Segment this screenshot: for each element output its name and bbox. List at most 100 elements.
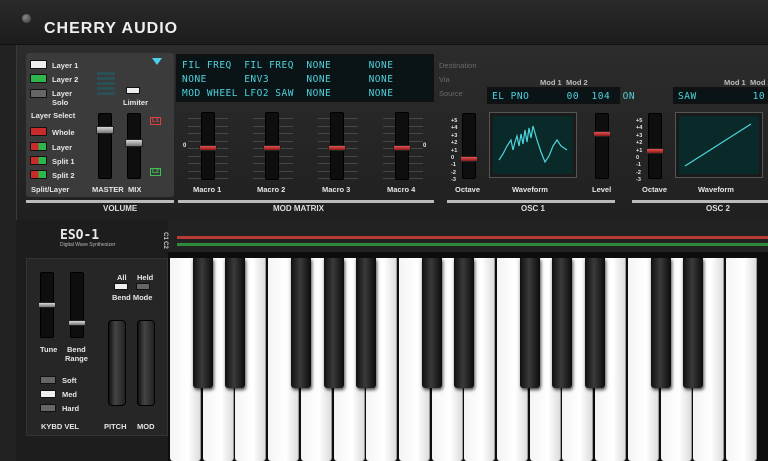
osc1-octave-label: Octave — [455, 185, 481, 194]
layer-solo-label-2: Solo — [52, 98, 69, 107]
bend-held-button[interactable] — [136, 283, 150, 290]
black-key[interactable] — [192, 258, 213, 388]
meter-led-icon — [97, 70, 117, 108]
layer1-range-stripe — [177, 236, 768, 239]
split2-label: Split 2 — [52, 171, 75, 180]
osc1-level-label: Level — [592, 185, 612, 194]
vel-hard-button[interactable] — [40, 404, 56, 412]
destination-label: Destination — [439, 61, 477, 70]
osc1-divider — [447, 200, 615, 203]
macro1-fader[interactable] — [199, 145, 217, 151]
black-key[interactable] — [585, 258, 606, 388]
mod-matrix-display[interactable]: FIL FREQ FIL FREQ NONE NONE NONE ENV3 NO… — [176, 54, 434, 102]
c2-marker: C2 — [161, 241, 168, 249]
synth-window: CHERRY AUDIO Layer 1 Layer 2 Layer Solo … — [0, 0, 768, 461]
osc2-waveform-icon — [684, 123, 752, 167]
layer2-label: Layer 2 — [52, 75, 79, 84]
master-fader[interactable] — [96, 126, 114, 134]
via-label: Via — [439, 75, 450, 84]
bend-range-fader[interactable] — [68, 320, 86, 326]
layer2-range-stripe — [177, 243, 768, 246]
osc2-octave-scale: +5 +4 +3 +2 +1 0 -1 -2 -3 — [636, 118, 643, 184]
osc1-octave-track — [462, 113, 476, 179]
mod-matrix-row-via: NONE ENV3 NONE NONE — [182, 74, 394, 85]
macro2-label: Macro 2 — [257, 185, 286, 194]
bend-range-track — [70, 272, 84, 338]
black-key[interactable] — [552, 258, 573, 388]
macro4-fader[interactable] — [393, 145, 411, 151]
split-layer-label: Split/Layer — [31, 185, 70, 194]
layer-solo-led[interactable] — [30, 89, 47, 98]
osc2-display-text: SAW 10 10 — [678, 91, 766, 102]
osc1-mod1-label: Mod 1 — [540, 78, 562, 87]
osc1-level-fader[interactable] — [593, 131, 611, 137]
osc1-octave-scale: +5 +4 +3 +2 +1 0 -1 -2 -3 — [451, 118, 458, 184]
osc1-display[interactable]: EL PNO 00 104 ON — [487, 87, 635, 104]
collapse-arrow-icon[interactable] — [152, 58, 162, 65]
bend-mode-label: Bend Mode — [112, 293, 153, 302]
macro1-label: Macro 1 — [193, 185, 222, 194]
pitch-wheel[interactable] — [108, 320, 126, 406]
svg-text:ESO-1: ESO-1 — [60, 228, 99, 243]
layer-mode-label: Layer — [52, 143, 73, 152]
osc1-level-track — [595, 113, 609, 179]
mod-matrix-row-source: MOD WHEEL LFO2 SAW NONE NONE — [182, 88, 394, 99]
vel-hard-label: Hard — [62, 404, 80, 413]
mix-fader[interactable] — [125, 139, 143, 147]
mix-label: MIX — [128, 185, 142, 194]
svg-text:Digital Wave Synthesizer: Digital Wave Synthesizer — [60, 242, 116, 248]
white-key[interactable] — [725, 258, 757, 461]
bend-all-button[interactable] — [114, 283, 128, 290]
layer2-led[interactable] — [30, 74, 47, 83]
black-key[interactable] — [356, 258, 377, 388]
vel-soft-button[interactable] — [40, 376, 56, 384]
whole-led[interactable] — [30, 127, 47, 136]
limiter-led[interactable] — [126, 87, 140, 94]
black-key[interactable] — [683, 258, 704, 388]
bend-held-label: Held — [137, 273, 154, 282]
black-key[interactable] — [290, 258, 311, 388]
screw-icon — [22, 14, 31, 23]
osc1-waveform-scope[interactable] — [489, 112, 577, 178]
l2-marker: L2 — [150, 168, 162, 176]
bend-range-label-2: Range — [65, 354, 88, 363]
osc2-octave-label: Octave — [642, 185, 668, 194]
limiter-label: Limiter — [123, 98, 149, 107]
macro3-fader[interactable] — [328, 145, 346, 151]
osc2-octave-fader[interactable] — [646, 148, 664, 154]
black-key[interactable] — [454, 258, 475, 388]
osc2-waveform-scope[interactable] — [675, 112, 763, 178]
black-key[interactable] — [323, 258, 344, 388]
osc2-display[interactable]: SAW 10 10 — [673, 87, 768, 104]
top-bar: CHERRY AUDIO — [0, 0, 768, 45]
layer-mode-led[interactable] — [30, 142, 47, 151]
osc1-waveform-icon — [498, 125, 568, 164]
macro2-fader[interactable] — [263, 145, 281, 151]
black-key[interactable] — [421, 258, 442, 388]
osc1-octave-fader[interactable] — [460, 156, 478, 162]
osc2-waveform-label: Waveform — [698, 185, 734, 194]
layer1-led[interactable] — [30, 60, 47, 69]
black-key[interactable] — [650, 258, 671, 388]
mod-label: MOD — [137, 422, 155, 431]
bend-range-label: Bend — [67, 345, 86, 354]
eso1-logo-icon: ESO-1 Digital Wave Synthesizer — [58, 226, 142, 248]
split1-led[interactable] — [30, 156, 47, 165]
vel-med-button[interactable] — [40, 390, 56, 398]
black-key[interactable] — [225, 258, 246, 388]
black-key[interactable] — [519, 258, 540, 388]
split2-led[interactable] — [30, 170, 47, 179]
tune-label: Tune — [40, 345, 58, 354]
osc2-section-label: OSC 2 — [706, 204, 731, 213]
split1-label: Split 1 — [52, 157, 75, 166]
pitch-label: PITCH — [104, 422, 127, 431]
master-label: MASTER — [92, 185, 124, 194]
macro3-label: Macro 3 — [322, 185, 351, 194]
mod-matrix-section-label: MOD MATRIX — [273, 204, 324, 213]
macro-scale-left: 0 — [183, 143, 187, 149]
bend-all-label: All — [117, 273, 127, 282]
osc1-display-text: EL PNO 00 104 ON — [492, 91, 636, 102]
osc1-mod2-label: Mod 2 — [566, 78, 588, 87]
tune-fader[interactable] — [38, 302, 56, 308]
mod-wheel[interactable] — [137, 320, 155, 406]
